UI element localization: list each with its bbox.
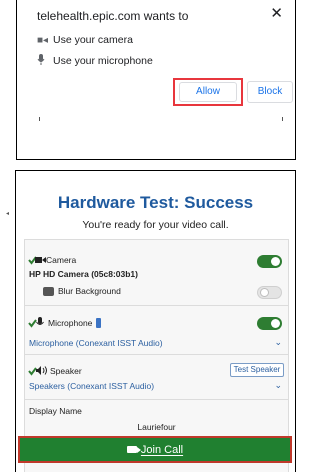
microphone-select[interactable]: Microphone (Conexant ISST Audio) xyxy=(29,338,163,348)
divider xyxy=(25,399,288,400)
join-call-label: Join Call xyxy=(140,443,184,456)
blur-toggle[interactable] xyxy=(257,286,282,299)
speaker-select[interactable]: Speakers (Conexant ISST Audio) xyxy=(29,381,154,391)
divider xyxy=(25,305,288,306)
mic-level-icon xyxy=(96,317,102,328)
camera-label: Camera xyxy=(46,255,77,265)
microphone-row: Microphone xyxy=(28,317,102,328)
screenshot-frame: telehealth.epic.com wants to ✕ ■◂ Use yo… xyxy=(0,0,296,472)
page-subtitle: You're ready for your video call. xyxy=(82,219,229,231)
test-speaker-button[interactable]: Test Speaker xyxy=(230,363,284,377)
edge-mark: ◂ xyxy=(6,211,10,217)
camera-row: Camera xyxy=(28,255,76,265)
camera-device: HP HD Camera (05c8:03b1) xyxy=(29,269,138,279)
permission-mic-row: Use your microphone xyxy=(37,54,153,68)
permission-camera-text: Use your camera xyxy=(53,34,133,46)
permission-prompt: telehealth.epic.com wants to ✕ ■◂ Use yo… xyxy=(16,0,296,160)
video-camera-icon: ■◂ xyxy=(37,34,49,46)
microphone-label: Microphone xyxy=(48,317,93,328)
blur-background-icon xyxy=(43,286,54,296)
display-name-label: Display Name xyxy=(29,406,82,416)
speaker-label: Speaker xyxy=(50,365,82,376)
chevron-down-icon[interactable]: ⌄ xyxy=(274,337,282,348)
speaker-row: Speaker xyxy=(28,365,82,376)
camera-toggle[interactable] xyxy=(257,255,282,268)
video-camera-icon xyxy=(126,446,141,453)
permission-mic-text: Use your microphone xyxy=(53,55,153,67)
microphone-toggle[interactable] xyxy=(257,317,282,330)
divider-mark xyxy=(39,117,40,121)
camera-check-icon xyxy=(28,256,46,265)
speaker-check-icon xyxy=(28,366,47,376)
hardware-test-panel: Hardware Test: Success You're ready for … xyxy=(15,170,296,472)
permission-title: telehealth.epic.com wants to xyxy=(37,9,189,23)
page-title: Hardware Test: Success xyxy=(57,193,254,212)
allow-button-highlight: Allow xyxy=(173,78,243,106)
join-call-button[interactable]: Join Call xyxy=(18,436,292,463)
blur-row: Blur Background xyxy=(43,286,121,296)
divider-mark xyxy=(282,117,283,121)
allow-button[interactable]: Allow xyxy=(179,82,237,102)
close-icon[interactable]: ✕ xyxy=(270,4,283,22)
microphone-check-icon xyxy=(28,317,44,328)
block-button[interactable]: Block xyxy=(247,81,293,103)
blur-label: Blur Background xyxy=(58,286,121,296)
microphone-icon xyxy=(37,54,53,68)
display-name-input[interactable]: Lauriefour xyxy=(25,422,288,432)
permission-camera-row: ■◂ Use your camera xyxy=(37,34,133,46)
chevron-down-icon[interactable]: ⌄ xyxy=(274,380,282,391)
divider xyxy=(25,354,288,355)
